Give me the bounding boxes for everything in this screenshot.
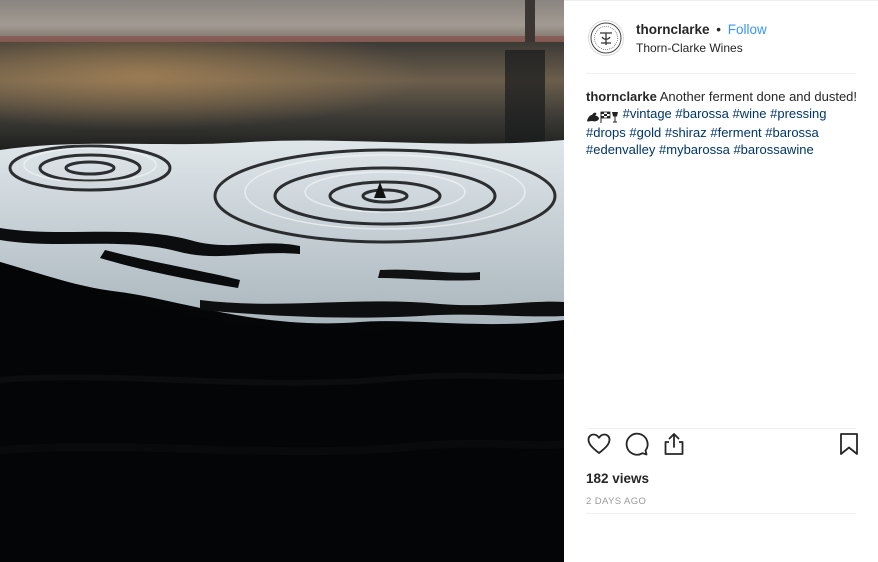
comment-button[interactable] [623, 431, 649, 457]
hashtag-link[interactable]: #barossawine [733, 142, 813, 157]
actions-divider [586, 428, 856, 429]
post-header: thornclarke • Follow Thorn-Clarke Wines [586, 19, 856, 59]
hashtag-link[interactable]: #pressing [770, 106, 826, 121]
chequered-flag-icon [600, 107, 611, 124]
post-timestamp[interactable]: 2 DAYS AGO [586, 496, 646, 507]
avatar[interactable] [588, 20, 624, 56]
view-count[interactable]: 182 views [586, 471, 649, 486]
hashtag-link[interactable]: #shiraz [665, 125, 707, 140]
share-button[interactable] [661, 431, 687, 457]
separator-dot: • [716, 22, 722, 37]
hashtag-list: #vintage #barossa #wine #pressing #drops… [586, 106, 826, 157]
hashtag-link[interactable]: #barossa [765, 125, 818, 140]
action-bar [586, 431, 858, 459]
header-line: thornclarke • Follow [636, 22, 767, 37]
caption-text: Another ferment done and dusted! [659, 89, 858, 104]
heart-icon [587, 433, 611, 454]
comment-icon [625, 432, 649, 456]
thornclarke-logo-icon [590, 22, 622, 54]
hashtag-link[interactable]: #gold [629, 125, 661, 140]
follow-button[interactable]: Follow [728, 22, 767, 37]
instagram-post: thornclarke • Follow Thorn-Clarke Wines … [0, 0, 878, 562]
hashtag-link[interactable]: #vintage [623, 106, 672, 121]
save-button[interactable] [836, 431, 862, 457]
flexed-biceps-icon [586, 107, 600, 124]
share-icon [664, 433, 684, 455]
bookmark-icon [840, 433, 858, 455]
wine-glass-icon [611, 107, 619, 124]
hashtag-link[interactable]: #ferment [710, 125, 761, 140]
post-sidebar: thornclarke • Follow Thorn-Clarke Wines … [564, 0, 878, 562]
post-caption: thornclarke Another ferment done and dus… [586, 88, 858, 158]
username-link[interactable]: thornclarke [636, 22, 710, 37]
footer-divider [586, 513, 856, 514]
like-button[interactable] [586, 431, 612, 457]
hashtag-link[interactable]: #barossa [675, 106, 728, 121]
hashtag-link[interactable]: #drops [586, 125, 626, 140]
caption-username[interactable]: thornclarke [586, 89, 657, 104]
hashtag-link[interactable]: #edenvalley [586, 142, 655, 157]
header-divider [586, 73, 856, 74]
location-link[interactable]: Thorn-Clarke Wines [636, 41, 743, 55]
hashtag-link[interactable]: #wine [733, 106, 767, 121]
wine-ripple-image [0, 0, 564, 562]
hashtag-link[interactable]: #mybarossa [659, 142, 730, 157]
post-video[interactable] [0, 0, 564, 562]
